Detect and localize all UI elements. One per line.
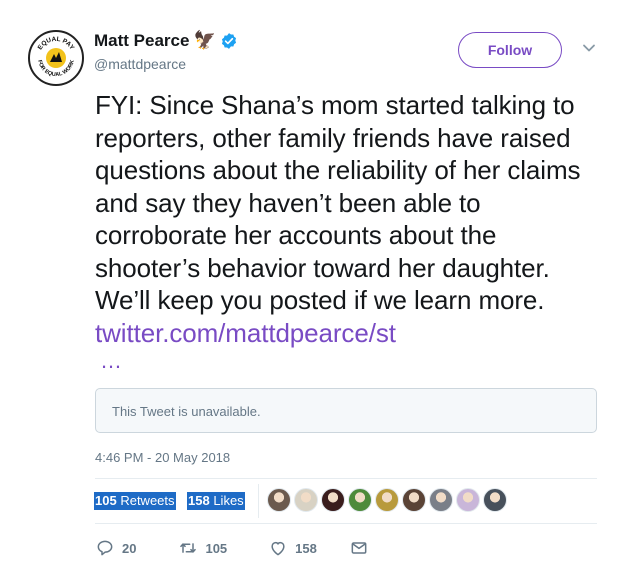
verified-badge-icon <box>221 32 236 49</box>
likes-stat[interactable]: 158 Likes <box>187 492 245 510</box>
liker-avatar[interactable] <box>483 488 507 512</box>
envelope-icon <box>351 542 367 554</box>
like-button[interactable]: 158 <box>268 538 317 558</box>
like-count: 158 <box>295 540 317 556</box>
user-handle[interactable]: @mattdpearce <box>94 56 238 72</box>
retweets-label: Retweets <box>120 493 175 508</box>
user-name[interactable]: Matt Pearce <box>94 31 189 51</box>
likes-label: Likes <box>213 493 244 508</box>
liker-avatar[interactable] <box>267 488 291 512</box>
divider <box>95 523 597 524</box>
tweet-timestamp[interactable]: 4:46 PM - 20 May 2018 <box>95 450 230 465</box>
retweet-count: 105 <box>205 540 228 556</box>
follow-button[interactable]: Follow <box>458 32 562 68</box>
quoted-tweet-text: This Tweet is unavailable. <box>112 404 261 419</box>
tweet-text: FYI: Since Shana’s mom started talking t… <box>95 89 605 349</box>
user-names: Matt Pearce 🦅 @mattdpearce <box>94 30 238 72</box>
likes-count: 158 <box>188 493 210 508</box>
liker-avatar[interactable] <box>456 488 480 512</box>
liker-avatar[interactable] <box>294 488 318 512</box>
avatar[interactable]: EQUAL PAY FOR EQUAL WORK <box>28 30 84 86</box>
liker-avatar[interactable] <box>375 488 399 512</box>
direct-message-button[interactable] <box>349 538 369 558</box>
retweet-icon <box>180 543 197 553</box>
retweets-count: 105 <box>95 493 117 508</box>
reply-count: 20 <box>122 540 137 556</box>
user-fullname[interactable]: Matt Pearce 🦅 <box>94 30 238 51</box>
liker-avatar[interactable] <box>429 488 453 512</box>
liker-avatar[interactable] <box>321 488 345 512</box>
link-ellipsis[interactable]: … <box>100 348 123 374</box>
tweet-body: FYI: Since Shana’s mom started talking t… <box>95 90 581 315</box>
stats-separator <box>258 484 259 518</box>
avatar-logo-icon: EQUAL PAY FOR EQUAL WORK <box>36 36 76 78</box>
retweet-button[interactable]: 105 <box>178 538 227 558</box>
tweet-link[interactable]: twitter.com/mattdpearce/st <box>95 318 396 348</box>
retweets-stat[interactable]: 105 Retweets <box>94 492 176 510</box>
reply-icon <box>97 540 113 556</box>
eagle-icon: 🦅 <box>193 30 216 50</box>
tweet-actions: 20 105 158 <box>95 538 369 558</box>
heart-icon <box>271 541 285 556</box>
liker-avatar[interactable] <box>402 488 426 512</box>
liker-avatars <box>267 488 507 512</box>
tweet-header: EQUAL PAY FOR EQUAL WORK Matt Pearce 🦅 @… <box>28 26 608 86</box>
reply-button[interactable]: 20 <box>95 538 136 558</box>
chevron-down-icon[interactable] <box>581 40 597 56</box>
quoted-tweet-card: This Tweet is unavailable. <box>95 388 597 433</box>
divider <box>95 478 597 479</box>
liker-avatar[interactable] <box>348 488 372 512</box>
